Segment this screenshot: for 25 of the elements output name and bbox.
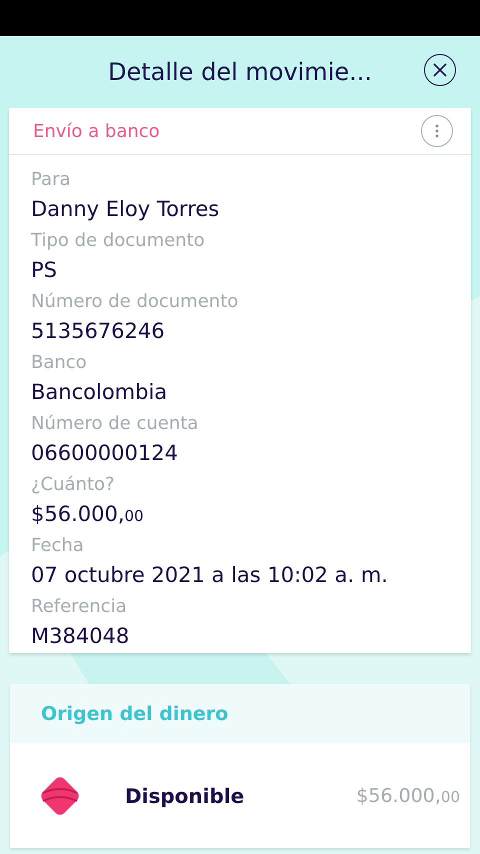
section-title: Origen del dinero bbox=[41, 702, 228, 724]
source-row[interactable]: Disponible $56.000,00 bbox=[10, 743, 470, 848]
close-icon bbox=[432, 62, 448, 78]
field-label: Referencia bbox=[31, 595, 128, 619]
source-amount: $56.000,00 bbox=[356, 784, 460, 806]
card-title: Envío a banco bbox=[33, 120, 160, 142]
field-value: Bancolombia bbox=[31, 379, 168, 406]
field-value: M384048 bbox=[31, 623, 130, 650]
field-value: Danny Eloy Torres bbox=[31, 196, 220, 223]
more-icon bbox=[435, 124, 439, 138]
field-value: 5135676246 bbox=[31, 318, 166, 345]
close-button[interactable] bbox=[424, 54, 456, 86]
field-label: Para bbox=[31, 168, 72, 192]
field-label: Banco bbox=[31, 351, 88, 375]
field-value: 06600000124 bbox=[31, 440, 179, 467]
field-value: 07 octubre 2021 a las 10:02 a. m. bbox=[31, 562, 389, 589]
field-label: Número de documento bbox=[31, 290, 240, 314]
screen-title: Detalle del movimie... bbox=[108, 58, 372, 86]
source-name: Disponible bbox=[125, 784, 246, 808]
field-label: Tipo de documento bbox=[31, 229, 206, 253]
field-value: PS bbox=[31, 257, 58, 284]
field-value: $56.000,00 bbox=[31, 501, 145, 528]
field-label: Fecha bbox=[31, 534, 85, 558]
field-label: Número de cuenta bbox=[31, 412, 200, 436]
field-label: ¿Cuánto? bbox=[31, 473, 116, 497]
